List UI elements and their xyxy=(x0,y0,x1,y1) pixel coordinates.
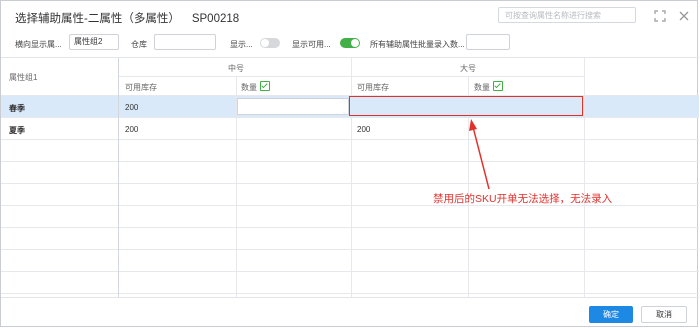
divider xyxy=(584,58,585,298)
column-header-quantity-text: 数量 xyxy=(474,83,490,92)
toggle-knob xyxy=(261,39,269,47)
divider xyxy=(1,227,699,228)
expand-icon[interactable] xyxy=(654,10,666,22)
select-attribute-dialog: 选择辅助属性-二属性（多属性）SP00218 横向显示属... 属性组2 仓库 … xyxy=(0,0,699,327)
column-header-available-stock: 可用库存 xyxy=(357,83,389,92)
show-toggle[interactable] xyxy=(260,38,280,48)
annotation-text: 禁用后的SKU开单无法选择，无法录入 xyxy=(433,193,613,205)
divider xyxy=(1,161,699,162)
column-header-quantity: 数量 xyxy=(474,81,503,93)
column-header-quantity-text: 数量 xyxy=(241,83,257,92)
toggle-knob xyxy=(351,39,359,47)
divider xyxy=(1,249,699,250)
group-header-medium: 中号 xyxy=(228,64,244,73)
row-label-summer: 夏季 xyxy=(9,126,25,135)
show-available-label: 显示可用... xyxy=(292,40,331,49)
batch-entry-label: 所有辅助属性批量录入数... xyxy=(370,40,465,49)
show-label: 显示... xyxy=(230,40,253,49)
column-header-available-stock: 可用库存 xyxy=(125,83,157,92)
available-stock-cell: 200 xyxy=(125,103,139,112)
row-header-label: 属性组1 xyxy=(9,73,38,82)
confirm-button[interactable]: 确定 xyxy=(589,306,633,323)
attribute-grid: 属性组1 中号 大号 可用库存 数量 可用库存 数量 春季 200 夏季 200… xyxy=(1,57,699,298)
horizontal-display-select[interactable]: 属性组2 xyxy=(69,34,119,50)
quantity-input[interactable] xyxy=(237,98,349,115)
divider xyxy=(1,139,699,140)
dialog-title: 选择辅助属性-二属性（多属性） SP00218 xyxy=(15,10,239,26)
dialog-title-text: 选择辅助属性-二属性（多属性） xyxy=(15,13,180,25)
column-header-quantity: 数量 xyxy=(241,81,270,93)
divider xyxy=(1,271,699,272)
divider xyxy=(1,183,699,184)
close-icon[interactable] xyxy=(678,10,690,22)
available-stock-cell: 200 xyxy=(125,125,139,134)
product-code: SP00218 xyxy=(191,13,240,25)
attribute-search-input[interactable] xyxy=(498,7,636,23)
divider xyxy=(119,76,585,77)
batch-edit-icon[interactable] xyxy=(493,81,503,91)
cancel-button[interactable]: 取消 xyxy=(641,306,687,323)
divider xyxy=(1,293,699,294)
divider xyxy=(118,58,119,298)
show-available-toggle[interactable] xyxy=(340,38,360,48)
row-label-spring: 春季 xyxy=(9,104,25,113)
warehouse-label: 仓库 xyxy=(131,40,147,49)
batch-edit-icon[interactable] xyxy=(260,81,270,91)
divider xyxy=(1,117,699,118)
batch-entry-field[interactable] xyxy=(466,34,510,50)
group-header-large: 大号 xyxy=(460,64,476,73)
horizontal-display-label: 横向显示属... xyxy=(15,40,62,49)
available-stock-cell: 200 xyxy=(357,125,371,134)
warehouse-field[interactable] xyxy=(154,34,216,50)
divider xyxy=(351,58,352,298)
annotation-arrow-icon xyxy=(469,119,490,190)
